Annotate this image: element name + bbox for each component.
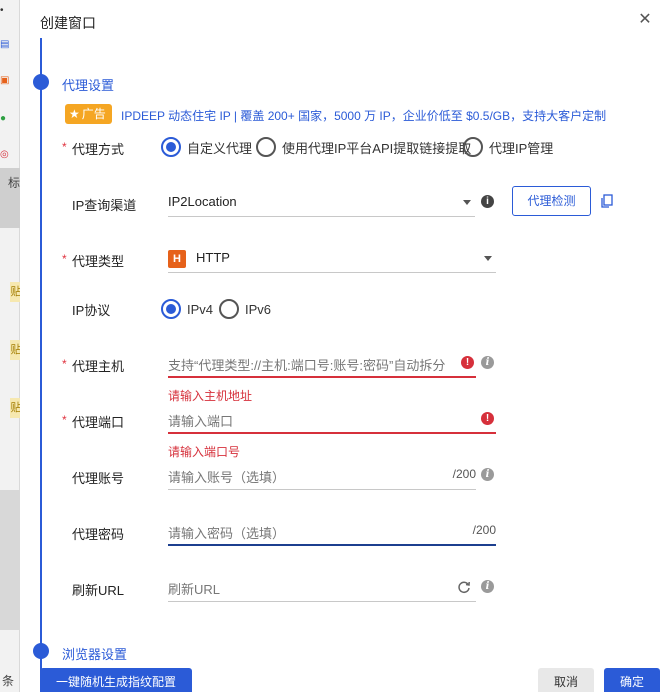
ad-badge-label: 广告 (81, 107, 106, 121)
proxy-host-label: * 代理主机 (62, 356, 125, 375)
ip-protocol-label: IP协议 (72, 303, 111, 318)
char-counter: /200 (472, 523, 496, 537)
radio-ipv4[interactable]: IPv4 (161, 299, 213, 319)
chevron-down-icon (484, 256, 492, 261)
info-icon[interactable]: i (481, 356, 494, 369)
proxy-password-label: 代理密码 (72, 527, 125, 542)
section-title-next: 浏览器设置 (62, 647, 128, 662)
proxy-port-placeholder: 请输入端口 (168, 414, 234, 429)
required-mark: * (62, 252, 67, 266)
radio-label: IPv6 (245, 301, 272, 317)
proxy-type-value: HTTP (196, 250, 230, 265)
proxy-password-input[interactable]: 请输入密码（选填） /200 (168, 516, 496, 546)
radio-custom-proxy[interactable]: 自定义代理 (161, 137, 252, 157)
random-fingerprint-button[interactable]: 一键随机生成指纹配置 (40, 668, 192, 692)
radio-circle (219, 299, 239, 319)
proxy-host-placeholder: 支持“代理类型://主机:端口号:账号:密码”自动拆分 (168, 358, 446, 373)
radio-label: IPv4 (187, 301, 214, 317)
proxy-account-input[interactable]: 请输入账号（选填） /200 (168, 460, 476, 490)
proxy-type-select[interactable]: HTTP (168, 243, 496, 273)
close-icon[interactable]: ✕ (637, 12, 653, 28)
ip-channel-value: IP2Location (168, 194, 237, 209)
cancel-button[interactable]: 取消 (538, 668, 594, 692)
proxy-host-label-text: 代理主机 (72, 359, 125, 374)
required-mark: * (62, 413, 67, 427)
info-icon[interactable]: i (481, 580, 494, 593)
proxy-account-label: 代理账号 (72, 471, 125, 486)
required-mark: * (62, 357, 67, 371)
radio-label: 使用代理IP平台API提取链接提取 (282, 140, 472, 156)
ip-channel-label: IP查询渠道 (72, 198, 137, 213)
copy-icon[interactable] (600, 194, 614, 208)
bg-label: 条 (2, 674, 15, 688)
bg-doc-icon: ▤ (0, 39, 10, 50)
proxy-account-placeholder: 请输入账号（选填） (168, 470, 286, 485)
confirm-button[interactable]: 确定 (604, 668, 660, 692)
ad-link[interactable]: IPDEEP 动态住宅 IP | 覆盖 200+ 国家，5000 万 IP，企业… (121, 107, 606, 124)
timeline-dot (33, 74, 49, 90)
radio-circle (161, 299, 181, 319)
proxy-port-label: * 代理端口 (62, 412, 125, 431)
bg-dot-icon: • (0, 5, 4, 16)
radio-proxy-ip-manage[interactable]: 代理IP管理 (463, 137, 553, 157)
error-icon: ! (461, 356, 474, 369)
create-window-dialog: 创建窗口 ✕ 代理设置 ★ 广告 IPDEEP 动态住宅 IP | 覆盖 200… (20, 0, 665, 692)
radio-circle (256, 137, 276, 157)
timeline-dot (33, 643, 49, 659)
proxy-type-label-text: 代理类型 (72, 254, 125, 269)
proxy-port-input[interactable]: 请输入端口 (168, 404, 496, 434)
chevron-down-icon (463, 200, 471, 205)
bg-chat-icon: ▣ (0, 75, 10, 86)
radio-circle (161, 137, 181, 157)
proxy-method-label-text: 代理方式 (72, 142, 125, 157)
proxy-type-label: * 代理类型 (62, 251, 125, 270)
radio-circle (463, 137, 483, 157)
proxy-port-label-text: 代理端口 (72, 415, 125, 430)
ad-badge[interactable]: ★ 广告 (65, 104, 112, 124)
ip-channel-select[interactable]: IP2Location (168, 187, 475, 217)
bg-fingerprint-icon: ◎ (0, 149, 9, 160)
bg-row (0, 490, 20, 630)
proxy-host-input[interactable]: 支持“代理类型://主机:端口号:账号:密码”自动拆分 (168, 348, 476, 378)
info-icon[interactable]: i (481, 195, 494, 208)
proxy-password-placeholder: 请输入密码（选填） (168, 526, 286, 541)
background-panel: • ▤ ▣ ● ◎ 标 贴 贴 贴 条 (0, 0, 22, 692)
radio-ipv6[interactable]: IPv6 (219, 299, 271, 319)
bg-circle-icon: ● (0, 113, 7, 124)
proxy-method-label: * 代理方式 (62, 139, 125, 158)
star-icon: ★ (69, 107, 80, 121)
refresh-url-label: 刷新URL (72, 583, 125, 598)
proxy-check-button[interactable]: 代理检测 (512, 186, 591, 216)
proxy-host-error: 请输入主机地址 (168, 389, 253, 403)
bg-label: 标 (8, 176, 21, 190)
radio-label: 代理IP管理 (489, 140, 554, 156)
refresh-url-placeholder: 刷新URL (168, 582, 221, 597)
char-counter: /200 (452, 467, 476, 481)
error-icon: ! (481, 412, 494, 425)
info-icon[interactable]: i (481, 468, 494, 481)
timeline (40, 38, 42, 692)
refresh-url-input[interactable]: 刷新URL (168, 572, 476, 602)
http-icon: H (168, 250, 186, 268)
radio-label: 自定义代理 (187, 140, 253, 156)
proxy-port-error: 请输入端口号 (168, 445, 241, 459)
required-mark: * (62, 140, 67, 154)
radio-api-extract[interactable]: 使用代理IP平台API提取链接提取 (256, 137, 471, 157)
refresh-icon[interactable] (457, 580, 471, 594)
dialog-title: 创建窗口 (40, 15, 96, 31)
section-title-proxy: 代理设置 (62, 78, 115, 93)
